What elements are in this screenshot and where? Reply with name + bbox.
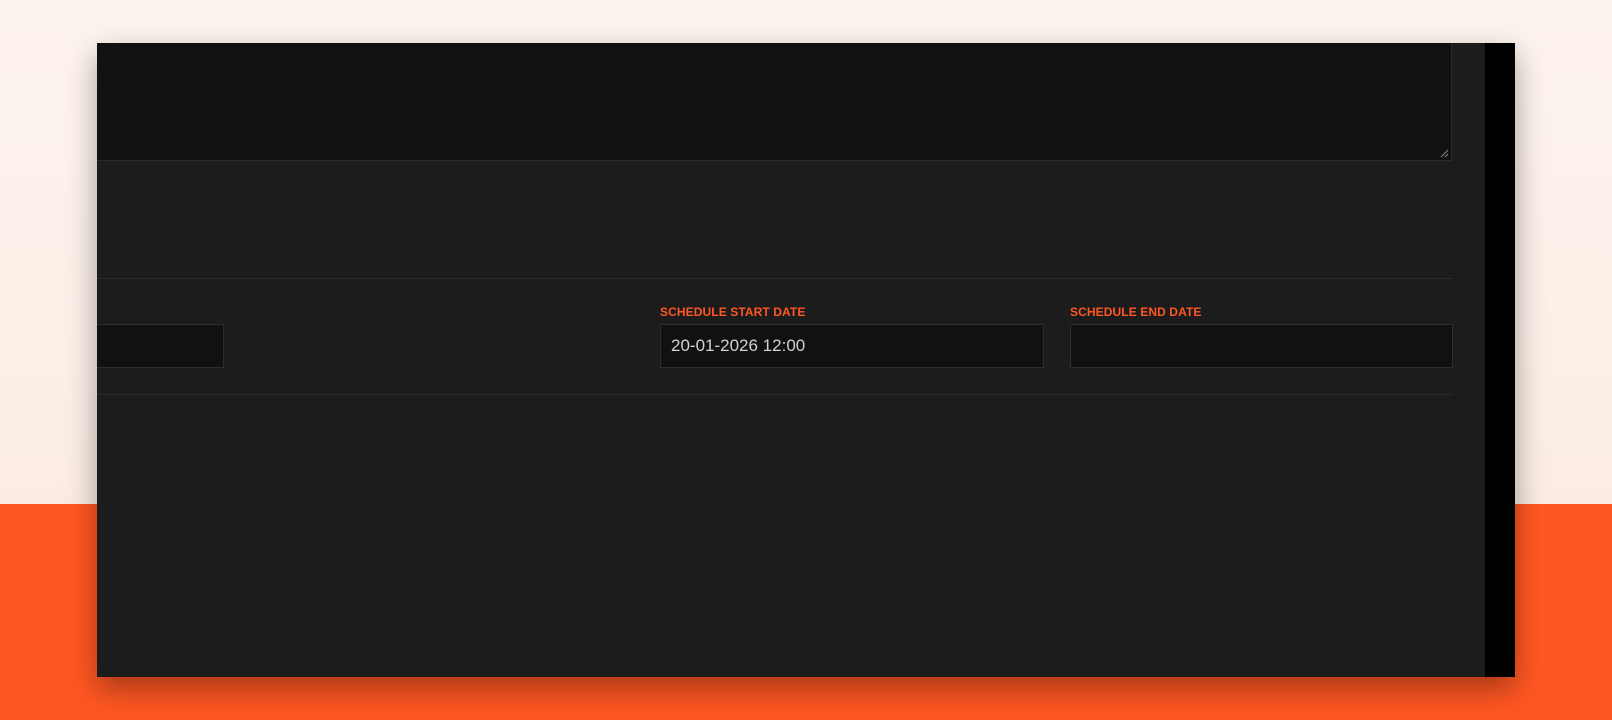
section-divider-bottom	[97, 394, 1453, 395]
section-divider-top	[97, 278, 1453, 279]
schedule-end-date-input[interactable]	[1070, 324, 1453, 368]
resize-grip-icon[interactable]	[1439, 148, 1449, 158]
description-textarea[interactable]	[97, 43, 1452, 161]
scrollbar-track[interactable]	[1485, 43, 1515, 677]
form-panel: SCHEDULE START DATE 20-01-2026 12:00 SCH…	[97, 43, 1515, 677]
schedule-start-date-input[interactable]: 20-01-2026 12:00	[660, 324, 1044, 368]
schedule-start-date-label: SCHEDULE START DATE	[660, 305, 806, 319]
schedule-end-date-label: SCHEDULE END DATE	[1070, 305, 1202, 319]
partial-input-field[interactable]	[97, 324, 224, 368]
